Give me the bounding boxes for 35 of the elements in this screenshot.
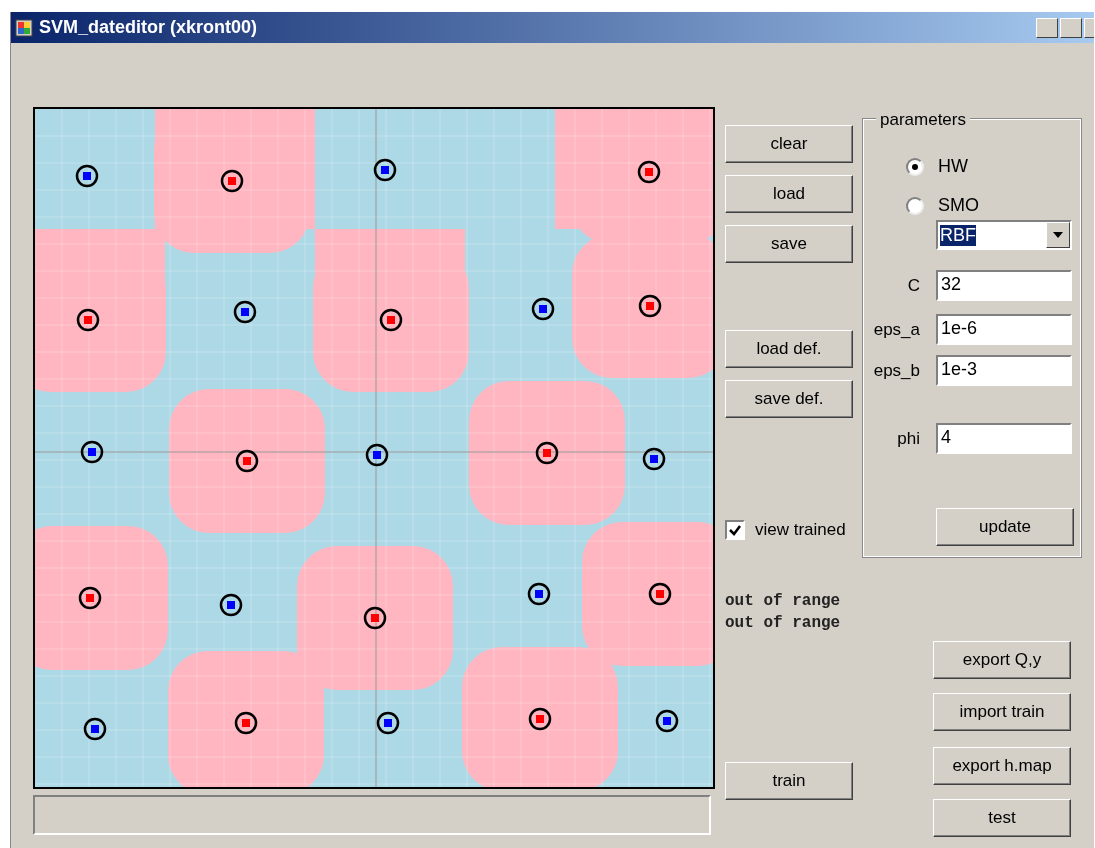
app-icon: [15, 18, 33, 37]
kernel-value: RBF: [940, 224, 976, 246]
radio-label: SMO: [938, 195, 979, 216]
update-button[interactable]: update: [936, 508, 1074, 546]
kernel-dropdown[interactable]: RBF: [936, 220, 1072, 250]
field-label: phi: [896, 428, 920, 449]
definition-button[interactable]: load def.: [725, 330, 853, 368]
window-title: SVM_dateditor (xkront00): [39, 17, 258, 38]
radio-button[interactable]: [906, 196, 924, 215]
file-button[interactable]: save: [725, 225, 853, 263]
checkbox-label: view trained: [755, 520, 846, 540]
train-button[interactable]: train: [725, 762, 853, 800]
dropdown-arrow-icon: [1053, 232, 1063, 238]
file-button[interactable]: clear: [725, 125, 853, 163]
input-field[interactable]: 4: [936, 423, 1072, 454]
minimize-button[interactable]: [1036, 17, 1058, 38]
radio-button[interactable]: [906, 157, 924, 176]
definition-button[interactable]: save def.: [725, 380, 853, 418]
input-field[interactable]: 32: [936, 270, 1072, 301]
radio-label: HW: [938, 156, 968, 177]
export-button[interactable]: export h.map: [933, 747, 1071, 785]
maximize-button[interactable]: [1060, 17, 1082, 38]
checkmark-icon: [728, 523, 742, 537]
input-field[interactable]: 1e-3: [936, 355, 1072, 386]
export-button[interactable]: export Q,y: [933, 641, 1071, 679]
field-label: eps_a: [872, 319, 920, 340]
input-field[interactable]: 1e-6: [936, 314, 1072, 345]
view-trained-checkbox[interactable]: [725, 520, 745, 540]
status-message: out of range: [725, 591, 841, 612]
field-label: eps_b: [872, 360, 920, 381]
test-button[interactable]: test: [933, 799, 1071, 837]
field-label: C: [906, 275, 920, 296]
file-button[interactable]: load: [725, 175, 853, 213]
export-button[interactable]: import train: [933, 693, 1071, 731]
status-message: out of range: [725, 613, 841, 634]
